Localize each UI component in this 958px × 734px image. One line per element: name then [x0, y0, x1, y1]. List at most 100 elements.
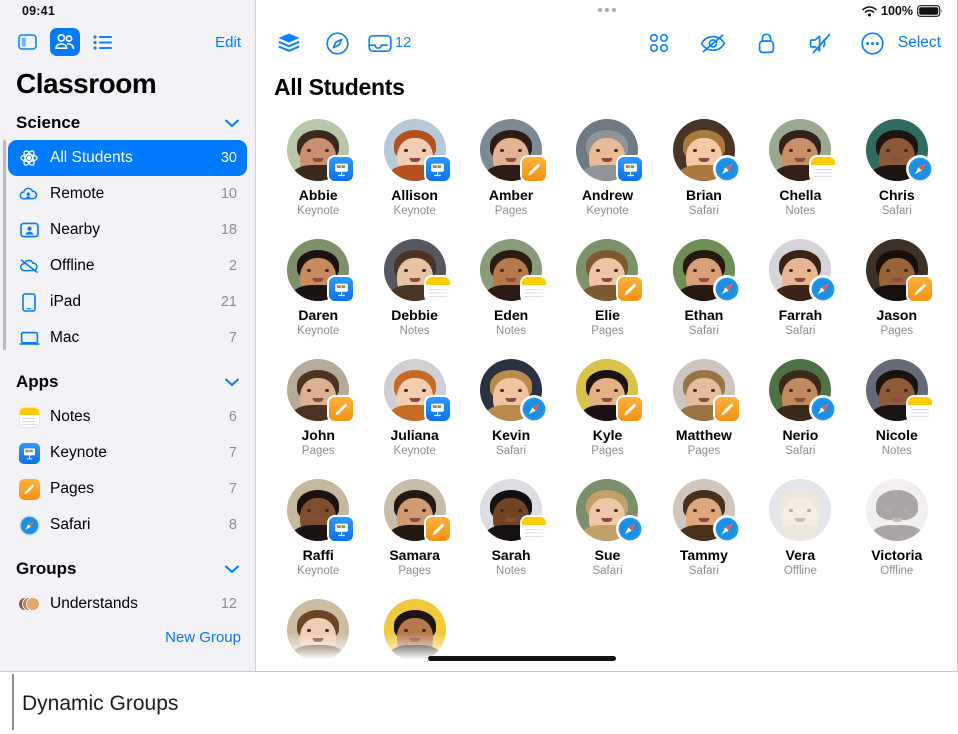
student-cell[interactable]: NerioSafari — [752, 353, 848, 473]
student-cell[interactable]: BrianSafari — [656, 113, 752, 233]
section-label-groups: Groups — [16, 559, 76, 579]
student-cell[interactable]: RaffiKeynote — [270, 473, 366, 593]
student-cell[interactable]: NicoleNotes — [849, 353, 945, 473]
page-title: Classroom — [0, 62, 255, 104]
list-icon[interactable] — [88, 28, 118, 56]
student-cell[interactable]: AmberPages — [463, 113, 559, 233]
section-header-apps[interactable]: Apps — [0, 356, 255, 399]
sidebar-item-safari[interactable]: Safari 8 — [8, 507, 247, 543]
avatar-eyes — [404, 509, 426, 512]
window-grabber[interactable] — [598, 8, 616, 12]
people-icon[interactable] — [50, 28, 80, 56]
chevron-down-icon[interactable] — [225, 119, 239, 128]
caption-callout-line — [12, 674, 14, 730]
sidebar-item-pages[interactable]: Pages 7 — [8, 471, 247, 507]
student-cell[interactable]: EliePages — [559, 233, 655, 353]
pages-badge-icon — [426, 517, 450, 541]
chevron-down-icon[interactable] — [225, 565, 239, 574]
keynote-badge-icon — [426, 157, 450, 181]
student-cell[interactable]: EdenNotes — [463, 233, 559, 353]
student-cell[interactable]: JohnPages — [270, 353, 366, 473]
student-cell[interactable]: ChellaNotes — [752, 113, 848, 233]
student-name: Debbie — [391, 307, 438, 323]
section-label-science: Science — [16, 113, 80, 133]
sidebar-item-keynote[interactable]: Keynote 7 — [8, 435, 247, 471]
student-name: Chris — [879, 187, 915, 203]
student-name: Eden — [494, 307, 528, 323]
student-cell[interactable]: FarrahSafari — [752, 233, 848, 353]
inbox-tray-icon[interactable]: 12 — [368, 27, 411, 59]
chevron-down-icon[interactable] — [225, 378, 239, 387]
sidebar-item-count: 7 — [229, 330, 237, 346]
section-header-groups[interactable]: Groups — [0, 543, 255, 586]
pages-badge-icon — [522, 157, 546, 181]
student-status: Keynote — [394, 445, 436, 457]
student-status: Pages — [591, 325, 624, 337]
student-cell[interactable]: Daren Keynote — [270, 233, 366, 353]
student-grid-scroll[interactable]: AbbieKeynoteAllisonKeynoteAmberPagesAndr… — [256, 107, 957, 667]
avatar-eyes — [500, 509, 522, 512]
student-cell[interactable]: KevinSafari — [463, 353, 559, 473]
student-cell[interactable]: SamaraPages — [366, 473, 462, 593]
student-cell[interactable]: KylePages — [559, 353, 655, 473]
student-cell[interactable]: DebbieNotes — [366, 233, 462, 353]
avatar-wrap — [287, 599, 349, 661]
student-name: Daren — [298, 307, 338, 323]
new-group-button[interactable]: New Group — [0, 622, 255, 646]
sidebar-item-mac[interactable]: Mac 7 — [8, 320, 247, 356]
sidebar-item-understands[interactable]: Understands 12 — [8, 586, 247, 622]
sidebar-toggle-icon[interactable] — [12, 28, 42, 56]
student-cell[interactable]: EthanSafari — [656, 233, 752, 353]
student-cell[interactable]: AndrewKeynote — [559, 113, 655, 233]
home-indicator[interactable] — [428, 656, 616, 661]
student-cell[interactable]: AbbieKeynote — [270, 113, 366, 233]
eye-slash-icon[interactable] — [696, 27, 730, 59]
edit-button[interactable]: Edit — [215, 34, 241, 51]
student-name: Kyle — [593, 427, 623, 443]
sidebar-scroll-rail[interactable] — [3, 140, 6, 350]
avatar-eyes — [404, 149, 426, 152]
sidebar-item-notes[interactable]: Notes 6 — [8, 399, 247, 435]
ellipsis-circle-icon[interactable] — [856, 27, 890, 59]
student-cell[interactable]: ChrisSafari — [849, 113, 945, 233]
sidebar-item-label: Understands — [50, 595, 221, 613]
section-header-class[interactable]: Science — [0, 104, 255, 140]
sidebar-item-all-students[interactable]: All Students 30 — [8, 140, 247, 176]
mac-laptop-icon — [16, 327, 42, 349]
student-cell[interactable]: AllisonKeynote — [366, 113, 462, 233]
screenshot-root: 09:41 Edit Classroom Science — [0, 0, 958, 734]
student-name: Ethan — [684, 307, 723, 323]
sidebar-item-ipad[interactable]: iPad 21 — [8, 284, 247, 320]
student-cell[interactable]: JulianaKeynote — [366, 353, 462, 473]
avatar-wrap — [576, 479, 638, 541]
student-cell[interactable]: SueSafari — [559, 473, 655, 593]
sidebar-item-offline[interactable]: Offline 2 — [8, 248, 247, 284]
sidebar-item-remote[interactable]: Remote 10 — [8, 176, 247, 212]
student-cell[interactable]: JasonPages — [849, 233, 945, 353]
avatar — [287, 599, 349, 661]
sidebar-item-nearby[interactable]: Nearby 18 — [8, 212, 247, 248]
main-panel: 100% 12 — [256, 0, 957, 671]
student-cell[interactable]: TammySafari — [656, 473, 752, 593]
speaker-slash-icon[interactable] — [804, 27, 838, 59]
student-cell[interactable]: VeraOffline — [752, 473, 848, 593]
student-cell[interactable]: SarahNotes — [463, 473, 559, 593]
avatar-wrap — [769, 119, 831, 181]
student-name: John — [301, 427, 334, 443]
grid-view-icon[interactable] — [642, 27, 676, 59]
student-cell[interactable]: VictoriaOffline — [849, 473, 945, 593]
student-status: Keynote — [297, 325, 339, 337]
select-button[interactable]: Select — [890, 34, 943, 52]
sidebar-item-label: Pages — [50, 480, 229, 498]
pages-badge-icon — [715, 397, 739, 421]
pages-app-icon — [16, 478, 42, 500]
sidebar-item-label: Notes — [50, 408, 229, 426]
notes-badge-icon — [908, 397, 932, 421]
layers-icon[interactable] — [272, 27, 306, 59]
avatar-wrap — [384, 359, 446, 421]
student-cell[interactable]: MatthewPages — [656, 353, 752, 473]
lock-icon[interactable] — [750, 27, 784, 59]
avatar-wrap — [866, 239, 928, 301]
navigate-icon[interactable] — [320, 27, 354, 59]
student-cell-partial[interactable] — [270, 593, 366, 667]
